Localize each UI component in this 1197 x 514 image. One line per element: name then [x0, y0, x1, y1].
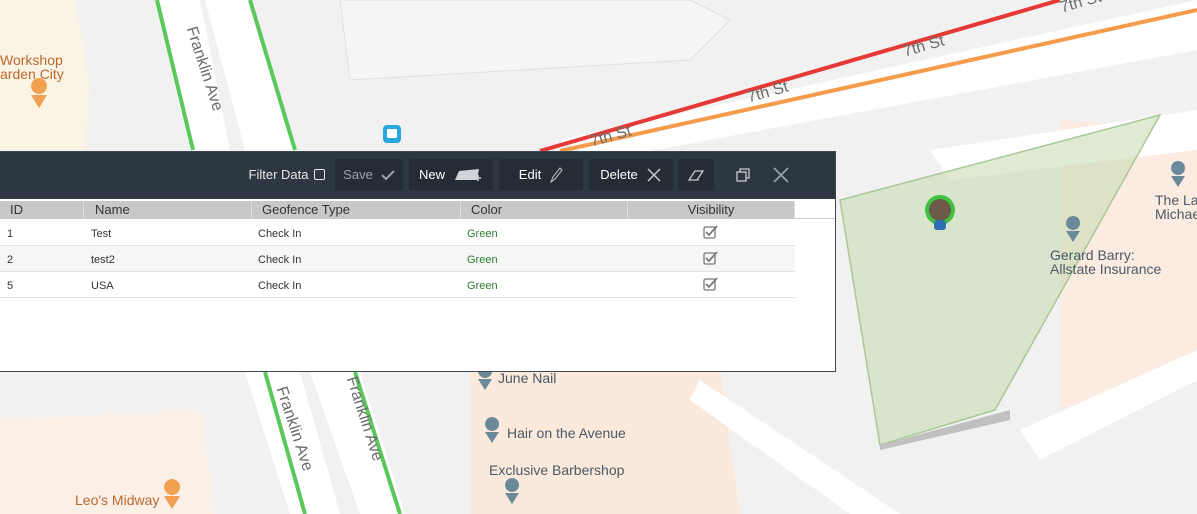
cell-name: test2 [91, 254, 115, 266]
new-geofence-icon [455, 168, 481, 181]
filter-data-checkbox[interactable] [314, 169, 326, 180]
geofence-panel: Filter Data Save New Edit Delete ID Name… [0, 151, 836, 372]
visibility-checkbox[interactable] [703, 225, 718, 240]
save-button-label: Save [343, 167, 373, 182]
delete-button-label: Delete [600, 167, 638, 182]
restore-window-button[interactable] [728, 159, 758, 190]
edit-button[interactable]: Edit [499, 159, 583, 190]
close-x-icon [647, 167, 661, 182]
poi-label: arden City [0, 66, 64, 82]
poi-label: June Nail [498, 370, 557, 386]
poi-label: Hair on the Avenue [507, 425, 626, 441]
visibility-checkbox[interactable] [703, 251, 718, 266]
new-button[interactable]: New [409, 159, 493, 190]
cell-color: Green [467, 254, 498, 266]
filter-data-toggle[interactable]: Filter Data [247, 159, 327, 190]
cell-geofence-type: Check In [258, 228, 302, 240]
table-row[interactable]: 1 Test Check In Green [0, 220, 795, 246]
edit-button-label: Edit [518, 167, 542, 182]
column-header-id[interactable]: ID [0, 201, 84, 219]
restore-window-icon [736, 167, 750, 182]
column-header-name[interactable]: Name [84, 201, 252, 219]
close-icon [773, 166, 789, 183]
cell-id: 1 [7, 228, 14, 240]
cell-geofence-type: Check In [258, 254, 302, 266]
cell-geofence-type: Check In [258, 280, 302, 292]
panel-toolbar: Filter Data Save New Edit Delete [0, 152, 835, 199]
cell-name: USA [91, 280, 114, 292]
cell-color: Green [467, 280, 498, 292]
poi-label: Allstate Insurance [1050, 261, 1162, 277]
cell-name: Test [91, 228, 112, 240]
column-header-color[interactable]: Color [461, 201, 628, 219]
cell-id: 2 [7, 254, 14, 266]
delete-button[interactable]: Delete [589, 159, 673, 190]
visibility-checkbox[interactable] [703, 277, 718, 292]
save-button[interactable]: Save [335, 159, 403, 190]
pencil-icon [550, 166, 563, 183]
checkmark-icon [381, 169, 395, 180]
eraser-icon [687, 169, 705, 181]
new-button-label: New [418, 167, 445, 182]
column-header-geofence-type[interactable]: Geofence Type [252, 201, 461, 219]
table-row[interactable]: 5 USA Check In Green [0, 272, 795, 298]
poi-label: Leo's Midway [75, 492, 160, 508]
cell-id: 5 [7, 280, 14, 292]
poi-label: Michae [1155, 206, 1197, 222]
poi-label: Exclusive Barbershop [489, 462, 625, 478]
table-row[interactable]: 2 test2 Check In Green [0, 246, 795, 272]
cell-color: Green [467, 228, 498, 240]
eraser-button[interactable] [678, 159, 714, 190]
filter-data-label: Filter Data [248, 167, 309, 182]
header-spacer [795, 201, 835, 219]
close-panel-button[interactable] [766, 159, 796, 190]
column-header-visibility[interactable]: Visibility [628, 201, 795, 219]
